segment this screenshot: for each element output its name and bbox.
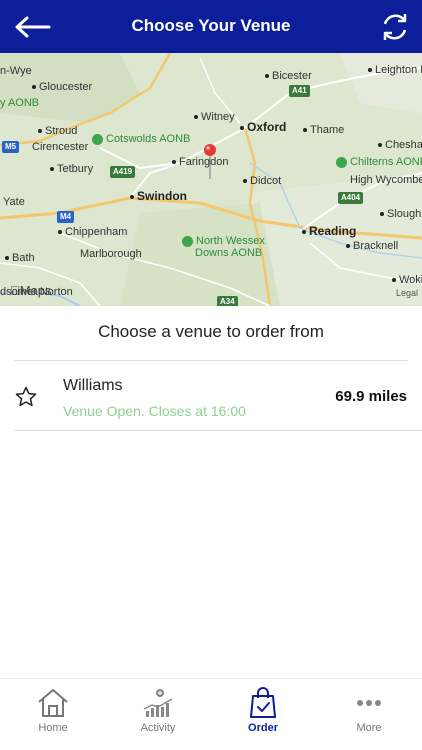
map-place-label: Chilterns AONB xyxy=(336,156,422,169)
map-place-label: Thame xyxy=(303,124,344,137)
map-place-label: Bicester xyxy=(265,70,312,83)
map-place-label: y AONB xyxy=(0,97,40,109)
road-shield: A404 xyxy=(338,192,364,204)
map-place-label: Chippenham xyxy=(58,226,127,239)
map-place-label: Tetbury xyxy=(50,163,93,176)
map-place-label: Bracknell xyxy=(346,240,398,253)
venue-distance: 69.9 miles xyxy=(335,388,407,405)
road-shield: A419 xyxy=(110,166,136,178)
map-place-label: Faringdon xyxy=(172,156,229,169)
venue-status: Venue Open. Closes at 16:00 xyxy=(63,403,246,419)
arrow-left-icon[interactable] xyxy=(12,10,52,44)
road-shield: A41 xyxy=(289,85,310,97)
map-place-label: Bath xyxy=(5,252,35,265)
refresh-icon[interactable] xyxy=(380,11,410,43)
tab-label: More xyxy=(356,722,382,734)
page-title: Choose Your Venue xyxy=(131,16,291,35)
star-outline-icon[interactable] xyxy=(14,385,38,409)
road-shield: A34 xyxy=(217,296,238,306)
map-place-label: Chesha xyxy=(378,139,422,152)
tab-home[interactable]: Home xyxy=(13,687,93,734)
map-place-label: Witney xyxy=(194,111,235,124)
road-shield: M4 xyxy=(57,211,75,223)
tab-label: Order xyxy=(248,722,278,734)
map-place-label: Slough xyxy=(380,208,421,221)
map-place-label: High Wycombe xyxy=(350,174,422,186)
bottom-tab-bar: Home Activity Order More xyxy=(0,678,422,750)
tab-activity[interactable]: Activity xyxy=(118,687,198,734)
home-icon xyxy=(38,689,68,717)
top-app-bar: Choose Your Venue xyxy=(0,0,422,53)
map-place-label: Oxford xyxy=(240,121,286,134)
maps-brand-logo: Maps xyxy=(10,283,52,298)
map-place-label: Cirencester xyxy=(32,141,89,153)
map-place-label: Yate xyxy=(3,196,25,208)
tab-label: Home xyxy=(38,722,68,734)
map-place-label: Reading xyxy=(302,225,356,238)
road-shield: M5 xyxy=(2,141,20,153)
more-dots-icon xyxy=(357,700,381,706)
venue-map[interactable]: n-Wye Gloucester Bicester Leighton B y A… xyxy=(0,53,422,306)
venue-list-item[interactable]: Williams Venue Open. Closes at 16:00 69.… xyxy=(0,361,422,431)
map-pin-icon[interactable] xyxy=(203,143,217,179)
map-place-label: Woki xyxy=(392,274,422,287)
map-legal-link[interactable]: Legal xyxy=(396,288,418,298)
tab-more[interactable]: More xyxy=(329,687,409,734)
divider xyxy=(14,430,422,431)
map-place-label: Leighton B xyxy=(368,64,422,77)
map-place-label: Marlborough xyxy=(80,248,142,260)
map-place-label: Downs AONB xyxy=(195,247,263,259)
map-place-label: Gloucester xyxy=(32,81,92,94)
map-place-label: Stroud xyxy=(38,125,77,138)
section-heading: Choose a venue to order from xyxy=(98,322,324,341)
activity-icon xyxy=(143,689,173,717)
map-place-label: Swindon xyxy=(130,190,187,203)
map-place-label: Cotswolds AONB xyxy=(92,133,190,146)
tab-label: Activity xyxy=(140,722,176,734)
map-place-label: n-Wye xyxy=(0,65,32,77)
tab-order[interactable]: Order xyxy=(223,687,303,734)
venue-name: Williams xyxy=(63,377,123,394)
map-place-label: Didcot xyxy=(243,175,281,188)
shopping-bag-icon xyxy=(250,687,276,718)
